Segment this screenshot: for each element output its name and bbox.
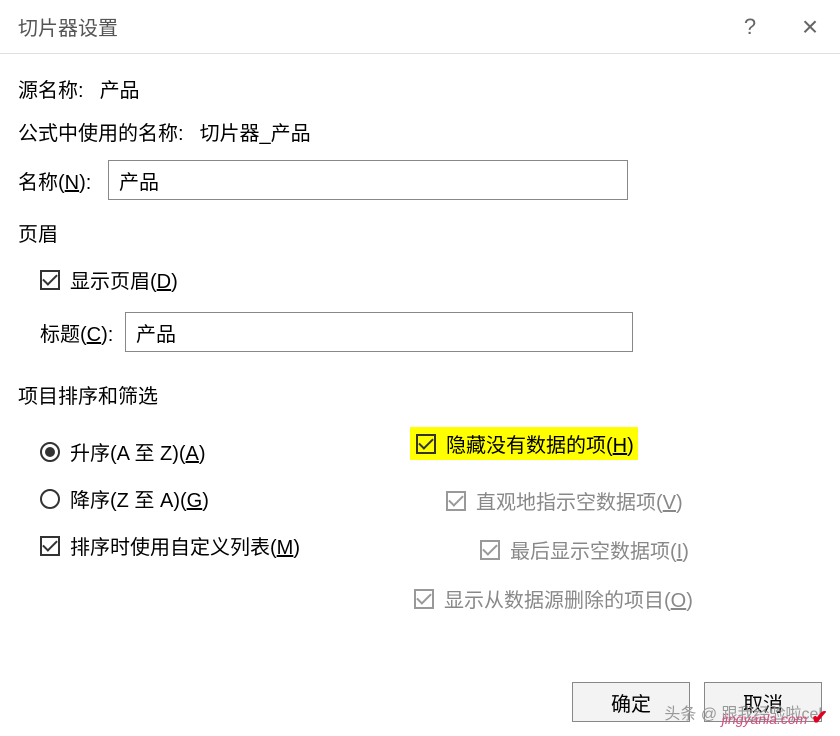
custom-list-label: 排序时使用自定义列表(M) (70, 531, 300, 560)
sortfilter-section-title: 项目排序和筛选 (18, 380, 822, 409)
button-row: 确定 取消 (572, 682, 822, 722)
name-input[interactable] (108, 160, 628, 200)
show-deleted-row: 显示从数据源删除的项目(O) (410, 584, 822, 613)
show-header-row[interactable]: 显示页眉(D) (40, 265, 822, 294)
sort-desc-label: 降序(Z 至 A)(G) (70, 484, 209, 513)
indicate-empty-checkbox (446, 491, 466, 511)
caption-label: 标题(C): (40, 318, 125, 347)
header-section-title: 页眉 (18, 218, 822, 247)
sort-desc-radio[interactable] (40, 489, 60, 509)
hide-nodata-checkbox[interactable] (416, 434, 436, 454)
name-label: 名称(N): (18, 166, 108, 195)
show-deleted-checkbox (414, 589, 434, 609)
sort-asc-radio[interactable] (40, 442, 60, 462)
close-button[interactable]: × (780, 0, 840, 54)
ok-button[interactable]: 确定 (572, 682, 690, 722)
help-button[interactable]: ? (720, 0, 780, 54)
titlebar: 切片器设置 ? × (0, 0, 840, 54)
caption-input[interactable] (125, 312, 633, 352)
cancel-button[interactable]: 取消 (704, 682, 822, 722)
sort-desc-row[interactable]: 降序(Z 至 A)(G) (40, 484, 400, 513)
show-deleted-label: 显示从数据源删除的项目(O) (444, 584, 693, 613)
sort-asc-label: 升序(A 至 Z)(A) (70, 437, 206, 466)
source-name-label: 源名称: (18, 74, 84, 103)
formula-name-value: 切片器_产品 (200, 117, 311, 146)
show-header-checkbox[interactable] (40, 270, 60, 290)
show-last-row: 最后显示空数据项(I) (410, 535, 822, 564)
indicate-empty-row: 直观地指示空数据项(V) (410, 486, 822, 515)
source-name-row: 源名称: 产品 (18, 74, 822, 103)
custom-list-checkbox[interactable] (40, 536, 60, 556)
hide-nodata-label: 隐藏没有数据的项(H) (446, 429, 634, 458)
caption-row: 标题(C): (40, 312, 822, 352)
show-last-checkbox (480, 540, 500, 560)
show-last-label: 最后显示空数据项(I) (510, 535, 689, 564)
name-row: 名称(N): (18, 160, 822, 200)
show-header-label: 显示页眉(D) (70, 265, 178, 294)
custom-list-row[interactable]: 排序时使用自定义列表(M) (40, 531, 400, 560)
indicate-empty-label: 直观地指示空数据项(V) (476, 486, 683, 515)
formula-name-label: 公式中使用的名称: (18, 117, 184, 146)
hide-nodata-row[interactable]: 隐藏没有数据的项(H) (410, 427, 822, 460)
formula-name-row: 公式中使用的名称: 切片器_产品 (18, 117, 822, 146)
sort-asc-row[interactable]: 升序(A 至 Z)(A) (40, 437, 400, 466)
source-name-value: 产品 (100, 74, 140, 103)
dialog-title: 切片器设置 (18, 12, 118, 41)
